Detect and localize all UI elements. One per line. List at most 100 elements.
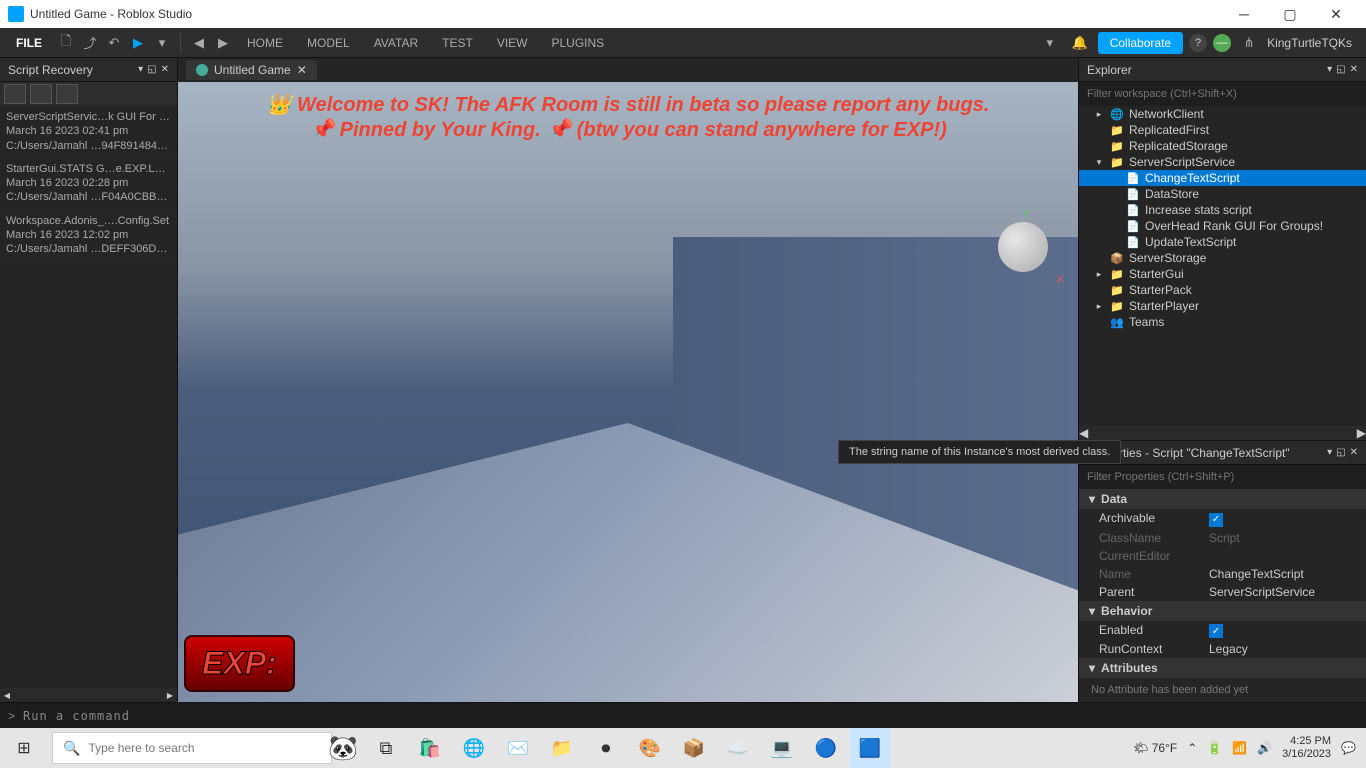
maximize-button[interactable]: ▢ <box>1268 0 1312 28</box>
scroll-left-icon[interactable]: ◀ <box>0 688 14 702</box>
tree-arrow-icon[interactable]: ▸ <box>1093 269 1105 280</box>
tab-close-icon[interactable]: ✕ <box>297 63 307 77</box>
panel-close-icon[interactable]: ✕ <box>1350 64 1358 75</box>
panel-popout-icon[interactable]: ◱ <box>147 64 156 75</box>
recovery-btn1[interactable] <box>4 84 26 104</box>
help-icon[interactable]: ? <box>1189 34 1207 52</box>
explorer-icon[interactable]: 📁 <box>542 728 582 768</box>
status-icon[interactable]: — <box>1213 34 1231 52</box>
play-button-icon[interactable]: ▶ <box>126 31 150 55</box>
tree-arrow-icon[interactable]: ▸ <box>1093 301 1105 312</box>
panel-popout-icon[interactable]: ◱ <box>1336 64 1345 75</box>
volume-icon[interactable]: 🔊 <box>1257 741 1272 755</box>
panel-close-icon[interactable]: ✕ <box>161 64 169 75</box>
roblox-studio-icon[interactable]: 🟦 <box>850 728 890 768</box>
command-bar[interactable]: > Run a command <box>0 702 1366 728</box>
windows-search-input[interactable]: 🔍 Type here to search <box>52 732 332 764</box>
notifications-tray-icon[interactable]: 💬 <box>1341 741 1356 755</box>
viewport-tab[interactable]: Untitled Game ✕ <box>186 60 317 80</box>
minimize-button[interactable]: ─ <box>1222 0 1266 28</box>
checkbox-checked-icon[interactable]: ✓ <box>1209 624 1223 638</box>
3d-viewport[interactable]: 👑 Welcome to SK! The AFK Room is still i… <box>178 82 1078 702</box>
tree-arrow-icon[interactable]: ▸ <box>1093 109 1105 120</box>
tray-expand-icon[interactable]: ⌃ <box>1187 741 1197 755</box>
chrome-icon[interactable]: 🔵 <box>806 728 846 768</box>
tree-item[interactable]: ▸🌐NetworkClient <box>1079 106 1366 122</box>
data-section-header[interactable]: ▾Data <box>1079 489 1366 509</box>
dropdown-icon[interactable]: ▾ <box>1038 31 1062 55</box>
scroll-right-icon[interactable]: ▶ <box>1357 426 1366 440</box>
tree-item[interactable]: 📄Increase stats script <box>1079 202 1366 218</box>
panel-dropdown-icon[interactable]: ▾ <box>1327 64 1332 75</box>
view-menu[interactable]: VIEW <box>485 36 540 50</box>
tree-item[interactable]: ▾📁ServerScriptService <box>1079 154 1366 170</box>
username-label[interactable]: KingTurtleTQKs <box>1267 36 1352 50</box>
checkbox-checked-icon[interactable]: ✓ <box>1209 513 1223 527</box>
close-button[interactable]: ✕ <box>1314 0 1358 28</box>
avatar-menu[interactable]: AVATAR <box>362 36 430 50</box>
start-button[interactable]: ⊞ <box>0 728 48 768</box>
hp-icon[interactable]: 💻 <box>762 728 802 768</box>
recovery-btn2[interactable] <box>30 84 52 104</box>
horizontal-scrollbar[interactable]: ◀ ▶ <box>0 688 177 702</box>
amazon-icon[interactable]: 📦 <box>674 728 714 768</box>
battery-icon[interactable]: 🔋 <box>1207 741 1222 755</box>
tree-item[interactable]: 📄UpdateTextScript <box>1079 234 1366 250</box>
notifications-icon[interactable]: 🔔 <box>1068 31 1092 55</box>
attributes-section-header[interactable]: ▾Attributes <box>1079 658 1366 678</box>
tree-item[interactable]: 📄ChangeTextScript <box>1079 170 1366 186</box>
scroll-left-icon[interactable]: ◀ <box>1079 426 1088 440</box>
open-file-icon[interactable]: ⤴ <box>78 31 102 55</box>
task-view-icon[interactable]: ⧉ <box>366 728 406 768</box>
model-menu[interactable]: MODEL <box>295 36 362 50</box>
home-menu[interactable]: HOME <box>235 36 295 50</box>
property-row[interactable]: ParentServerScriptService <box>1079 583 1366 601</box>
store-icon[interactable]: 🛍️ <box>410 728 450 768</box>
file-menu[interactable]: FILE <box>4 36 54 50</box>
onedrive-icon[interactable]: ☁️ <box>718 728 758 768</box>
test-menu[interactable]: TEST <box>430 36 485 50</box>
play-dropdown-icon[interactable]: ▾ <box>150 31 174 55</box>
scroll-right-icon[interactable]: ▶ <box>163 688 177 702</box>
share-icon[interactable]: ⋔ <box>1237 31 1261 55</box>
clock[interactable]: 4:25 PM 3/16/2023 <box>1282 735 1331 761</box>
app-icon[interactable]: 🎨 <box>630 728 670 768</box>
property-row[interactable]: RunContextLegacy <box>1079 640 1366 658</box>
tree-item[interactable]: ▸📁StarterPlayer <box>1079 298 1366 314</box>
panel-dropdown-icon[interactable]: ▾ <box>138 64 143 75</box>
orientation-gizmo[interactable]: Y X <box>998 222 1058 282</box>
tree-arrow-icon[interactable]: ▾ <box>1093 157 1105 168</box>
recovery-btn3[interactable] <box>56 84 78 104</box>
new-file-icon[interactable]: 🗋 <box>54 31 78 55</box>
undo-icon[interactable]: ↶ <box>102 31 126 55</box>
property-row[interactable]: NameChangeTextScript <box>1079 565 1366 583</box>
next-icon[interactable]: ▶ <box>211 31 235 55</box>
panel-close-icon[interactable]: ✕ <box>1350 447 1358 458</box>
tree-item[interactable]: 📄OverHead Rank GUI For Groups! <box>1079 218 1366 234</box>
tree-item[interactable]: ▸📁StarterGui <box>1079 266 1366 282</box>
behavior-section-header[interactable]: ▾Behavior <box>1079 601 1366 621</box>
property-row[interactable]: Enabled✓ <box>1079 621 1366 641</box>
recovery-item[interactable]: StarterGui.STATS G…e.EXP.LocalS March 16… <box>0 158 177 210</box>
horizontal-scrollbar[interactable]: ◀ ▶ <box>1079 426 1366 440</box>
property-row[interactable]: Archivable✓ <box>1079 509 1366 529</box>
panel-popout-icon[interactable]: ◱ <box>1336 447 1345 458</box>
explorer-filter-input[interactable] <box>1079 82 1366 106</box>
weather-widget[interactable]: 🌤 76°F <box>1133 741 1177 755</box>
edge-icon[interactable]: 🌐 <box>454 728 494 768</box>
properties-filter-input[interactable] <box>1079 465 1366 489</box>
wifi-icon[interactable]: 📶 <box>1232 741 1247 755</box>
prev-icon[interactable]: ◀ <box>187 31 211 55</box>
recovery-item[interactable]: Workspace.Adonis_….Config.Set March 16 2… <box>0 210 177 262</box>
tree-item[interactable]: 📁ReplicatedStorage <box>1079 138 1366 154</box>
tree-item[interactable]: 📦ServerStorage <box>1079 250 1366 266</box>
collaborate-button[interactable]: Collaborate <box>1098 32 1183 54</box>
tree-item[interactable]: 📁StarterPack <box>1079 282 1366 298</box>
mail-icon[interactable]: ✉️ <box>498 728 538 768</box>
tree-item[interactable]: 👥Teams <box>1079 314 1366 330</box>
tree-item[interactable]: 📄DataStore <box>1079 186 1366 202</box>
plugins-menu[interactable]: PLUGINS <box>539 36 616 50</box>
recovery-item[interactable]: ServerScriptServic…k GUI For Gro March 1… <box>0 106 177 158</box>
panel-dropdown-icon[interactable]: ▾ <box>1327 447 1332 458</box>
obs-icon[interactable]: ⏺ <box>586 728 626 768</box>
